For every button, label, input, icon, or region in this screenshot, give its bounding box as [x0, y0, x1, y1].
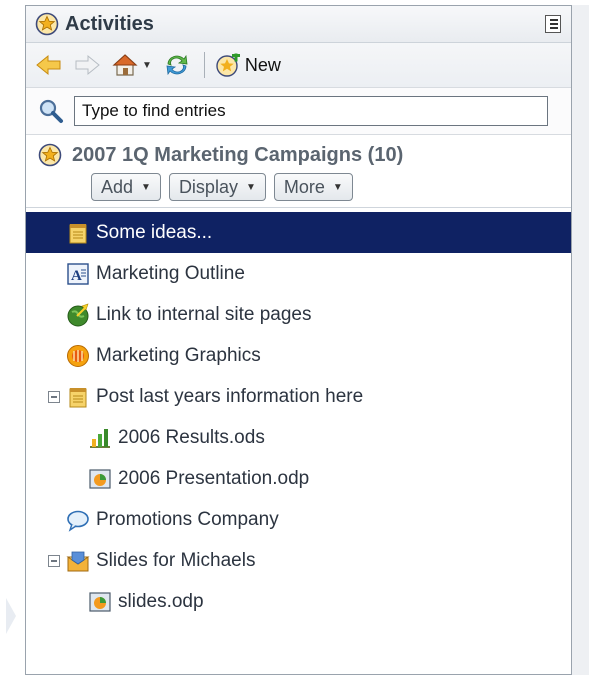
list-item[interactable]: Slides for Michaels — [26, 540, 571, 581]
entry-label: Post last years information here — [96, 385, 364, 407]
entry-label: Slides for Michaels — [96, 549, 256, 571]
activity-title-row: 2007 1Q Marketing Campaigns (10) — [38, 143, 571, 167]
new-activity-button[interactable]: New — [215, 53, 281, 77]
chevron-down-icon[interactable]: ▼ — [142, 60, 152, 71]
refresh-button[interactable] — [164, 53, 190, 77]
add-menu-button[interactable]: Add ▼ — [91, 173, 161, 201]
panel-title: Activities — [65, 12, 154, 35]
home-button[interactable]: ▼ — [112, 53, 152, 77]
search-input[interactable] — [74, 96, 548, 126]
globe-link-icon — [67, 303, 89, 326]
collapse-toggle[interactable] — [48, 554, 60, 567]
chevron-down-icon: ▼ — [245, 181, 256, 193]
entry-list: Some ideas... A Marketing Outline Link t… — [26, 208, 571, 622]
more-menu-button[interactable]: More ▼ — [273, 173, 353, 201]
activity-actions: Add ▼ Display ▼ More ▼ — [91, 173, 571, 201]
graphics-icon — [67, 344, 89, 367]
add-label: Add — [101, 176, 134, 197]
left-gutter — [0, 0, 18, 675]
new-activity-icon — [216, 53, 240, 77]
collapse-notch[interactable] — [6, 598, 16, 634]
entry-label: Promotions Company — [96, 508, 279, 530]
panel-menu-button[interactable] — [545, 15, 561, 33]
notepad-icon — [69, 223, 87, 243]
entry-label: Some ideas... — [96, 221, 213, 243]
toolbar-separator — [203, 52, 205, 78]
activities-panel: Activities ▼ New Type to find entries 20… — [25, 5, 572, 675]
activity-title[interactable]: 2007 1Q Marketing Campaigns (10) — [72, 144, 403, 167]
list-item[interactable]: Post last years information here — [26, 376, 571, 417]
entry-label: Marketing Graphics — [96, 344, 261, 366]
home-icon — [112, 54, 138, 76]
right-strip — [572, 5, 589, 675]
text-document-icon: A — [67, 262, 89, 285]
display-menu-button[interactable]: Display ▼ — [168, 173, 266, 201]
notepad-icon — [69, 387, 87, 407]
toolbar: ▼ New — [26, 43, 571, 88]
mail-folder-icon — [66, 551, 90, 571]
forward-button[interactable] — [74, 54, 100, 76]
chevron-down-icon: ▼ — [332, 181, 343, 193]
entry-label: 2006 Presentation.odp — [118, 467, 310, 489]
forward-arrow-icon — [75, 54, 100, 76]
panel-titlebar: Activities — [26, 6, 571, 43]
presentation-icon — [89, 591, 111, 612]
list-item[interactable]: Link to internal site pages — [26, 294, 571, 335]
activity-star-icon — [38, 143, 62, 167]
more-label: More — [283, 176, 325, 197]
list-item[interactable]: Some ideas... — [26, 212, 571, 253]
presentation-icon — [89, 468, 111, 489]
back-arrow-icon — [36, 54, 61, 76]
list-item[interactable]: 2006 Results.ods — [26, 417, 571, 458]
back-button[interactable] — [36, 54, 62, 76]
entry-label: 2006 Results.ods — [118, 426, 265, 448]
activity-header: 2007 1Q Marketing Campaigns (10) Add ▼ D… — [26, 135, 571, 208]
menu-lines-icon — [550, 19, 558, 29]
spreadsheet-icon — [90, 428, 110, 448]
activities-star-icon — [35, 12, 59, 36]
refresh-icon — [166, 54, 188, 76]
new-button-label: New — [244, 54, 281, 75]
svg-text:A: A — [71, 268, 82, 284]
entry-label: Link to internal site pages — [96, 303, 312, 325]
collapse-toggle[interactable] — [48, 390, 60, 403]
display-label: Display — [178, 176, 238, 197]
entry-label: Marketing Outline — [96, 262, 245, 284]
list-item[interactable]: Promotions Company — [26, 499, 571, 540]
chevron-down-icon: ▼ — [141, 181, 151, 193]
search-bar — [26, 88, 571, 135]
chat-bubble-icon — [67, 510, 89, 532]
search-icon — [39, 99, 63, 123]
list-item[interactable]: Marketing Graphics — [26, 335, 571, 376]
list-item[interactable]: slides.odp — [26, 581, 571, 622]
list-item[interactable]: 2006 Presentation.odp — [26, 458, 571, 499]
entry-label: slides.odp — [118, 590, 204, 612]
list-item[interactable]: A Marketing Outline — [26, 253, 571, 294]
